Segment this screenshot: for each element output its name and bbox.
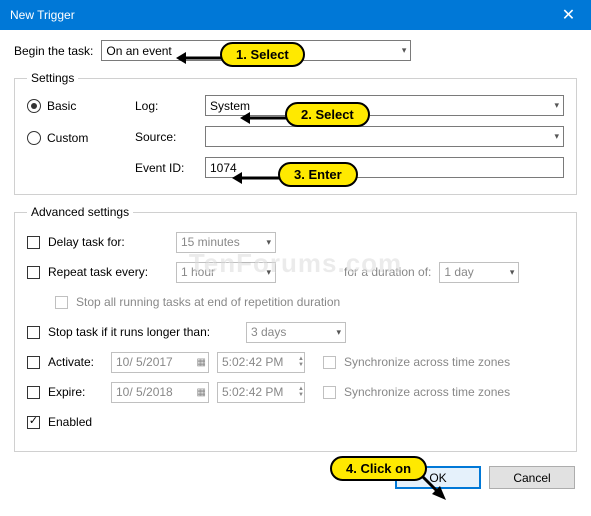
- enabled-checkbox[interactable]: [27, 416, 40, 429]
- stop-runs-label: Stop task if it runs longer than:: [48, 325, 238, 339]
- stop-runs-select: 3 days ▾: [246, 322, 346, 343]
- delay-label: Delay task for:: [48, 235, 168, 249]
- expire-checkbox[interactable]: [27, 386, 40, 399]
- cancel-button[interactable]: Cancel: [489, 466, 575, 489]
- callout-4: 4. Click on: [330, 456, 427, 481]
- dialog-content: Begin the task: On an event ▾ Settings B…: [0, 30, 591, 503]
- activate-date: [111, 352, 209, 373]
- source-label: Source:: [135, 130, 205, 144]
- stop-runs-value: 3 days: [251, 325, 286, 339]
- radio-custom[interactable]: Custom: [27, 131, 117, 145]
- expire-time: [217, 382, 305, 403]
- callout-1: 1. Select: [220, 42, 305, 67]
- arrow-icon: [240, 108, 290, 128]
- repeat-select: 1 hour ▾: [176, 262, 276, 283]
- close-button[interactable]: ✕: [546, 0, 591, 30]
- callout-2: 2. Select: [285, 102, 370, 127]
- activate-checkbox[interactable]: [27, 356, 40, 369]
- repeat-label: Repeat task every:: [48, 265, 168, 279]
- begin-task-label: Begin the task:: [14, 44, 93, 58]
- repeat-checkbox[interactable]: [27, 266, 40, 279]
- source-select[interactable]: ▾: [205, 126, 564, 147]
- chevron-down-icon: ▾: [266, 237, 271, 248]
- sync-activate-checkbox: [323, 356, 336, 369]
- stop-runs-checkbox[interactable]: [27, 326, 40, 339]
- chevron-down-icon: ▾: [554, 131, 559, 142]
- chevron-down-icon: ▾: [402, 45, 407, 56]
- stop-repeat-checkbox: [55, 296, 68, 309]
- activate-label: Activate:: [48, 355, 103, 369]
- eventid-label: Event ID:: [135, 161, 205, 175]
- sync-activate-label: Synchronize across time zones: [344, 355, 510, 369]
- chevron-down-icon: ▾: [554, 100, 559, 111]
- advanced-legend: Advanced settings: [27, 205, 133, 219]
- log-label: Log:: [135, 99, 205, 113]
- radio-icon: [27, 99, 41, 113]
- advanced-group: Advanced settings Delay task for: 15 min…: [14, 205, 577, 452]
- spinner-icon: ▲▼: [298, 386, 304, 398]
- delay-value: 15 minutes: [181, 235, 240, 249]
- radio-basic[interactable]: Basic: [27, 99, 117, 113]
- sync-expire-label: Synchronize across time zones: [344, 385, 510, 399]
- radio-icon: [27, 131, 41, 145]
- window-title: New Trigger: [10, 8, 75, 22]
- delay-select: 15 minutes ▾: [176, 232, 276, 253]
- expire-label: Expire:: [48, 385, 103, 399]
- sync-expire-checkbox: [323, 386, 336, 399]
- radio-custom-label: Custom: [47, 131, 88, 145]
- repeat-value: 1 hour: [181, 265, 215, 279]
- activate-time: [217, 352, 305, 373]
- stop-repeat-label: Stop all running tasks at end of repetit…: [76, 295, 340, 309]
- delay-checkbox[interactable]: [27, 236, 40, 249]
- arrow-icon: [232, 168, 282, 188]
- chevron-down-icon: ▾: [266, 267, 271, 278]
- callout-3: 3. Enter: [278, 162, 358, 187]
- expire-date: [111, 382, 209, 403]
- duration-label: for a duration of:: [344, 265, 431, 279]
- chevron-down-icon: ▾: [336, 327, 341, 338]
- chevron-down-icon: ▾: [510, 267, 515, 278]
- settings-legend: Settings: [27, 71, 78, 85]
- radio-basic-label: Basic: [47, 99, 76, 113]
- duration-select: 1 day ▾: [439, 262, 519, 283]
- arrow-icon: [176, 48, 226, 68]
- spinner-icon: ▲▼: [298, 356, 304, 368]
- begin-task-value: On an event: [106, 44, 171, 58]
- enabled-label: Enabled: [48, 415, 92, 429]
- title-bar: New Trigger ✕: [0, 0, 591, 30]
- close-icon: ✕: [562, 5, 575, 25]
- duration-value: 1 day: [444, 265, 473, 279]
